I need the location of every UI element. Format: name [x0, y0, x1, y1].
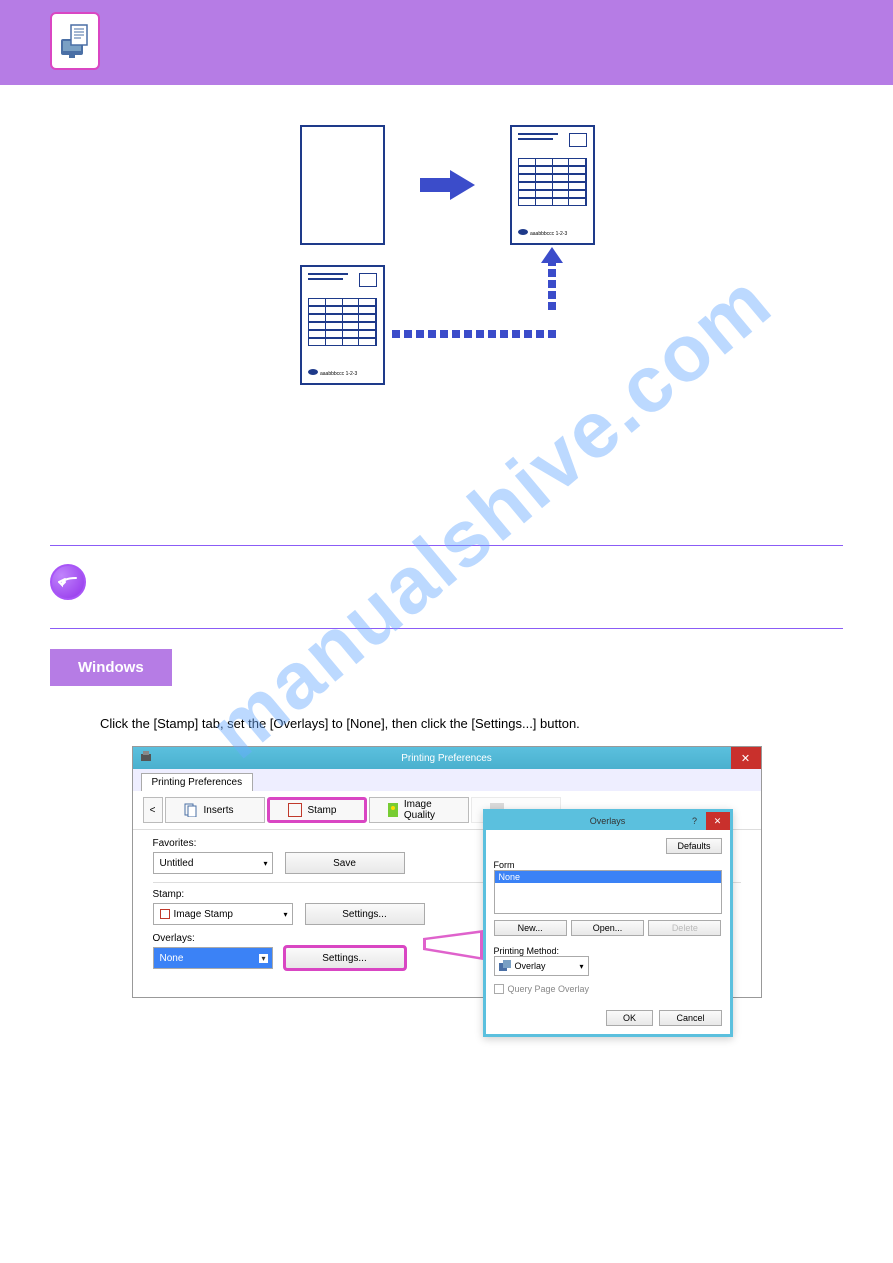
form-listbox[interactable]: None	[494, 870, 722, 914]
overlays-dialog: Overlays ? ✕ Defaults Form None New... O…	[483, 809, 733, 1037]
page-header	[0, 0, 893, 85]
overlay-icon	[499, 960, 511, 972]
form-label: Form	[494, 860, 722, 870]
overlay-diagram: aaabbbccc 1-2-3 aaabbbccc 1-2-3	[50, 125, 843, 525]
back-label: Back	[96, 574, 129, 590]
divider	[50, 628, 843, 629]
nav-left-button[interactable]: <	[143, 797, 163, 823]
stamp-label: Stamp	[308, 805, 337, 816]
chevron-down-icon: ▾	[259, 954, 267, 963]
printing-preferences-window: Printing Preferences ✕ Printing Preferen…	[132, 746, 762, 998]
tab-strip: Printing Preferences	[133, 769, 761, 791]
window-close-button[interactable]: ✕	[731, 747, 761, 769]
printer-icon	[139, 750, 153, 764]
stamp-icon	[288, 803, 302, 817]
delete-button: Delete	[648, 920, 721, 936]
dialog-help-button[interactable]: ?	[686, 812, 704, 830]
divider	[50, 545, 843, 546]
doc-footer-text: aaabbbccc 1-2-3	[530, 231, 567, 237]
stamp-value: Image Stamp	[174, 909, 233, 920]
inserts-icon	[184, 803, 198, 817]
dialog-titlebar: Overlays ? ✕	[486, 812, 730, 830]
monitor-document-icon	[57, 23, 93, 59]
merged-document-icon: aaabbbccc 1-2-3	[510, 125, 595, 245]
ok-button[interactable]: OK	[606, 1010, 653, 1026]
form-overlay-icon: aaabbbccc 1-2-3	[300, 265, 385, 385]
os-badge: Windows	[50, 649, 172, 686]
defaults-button[interactable]: Defaults	[666, 838, 721, 854]
callout-connector	[423, 930, 503, 960]
dialog-close-button[interactable]: ✕	[706, 812, 730, 830]
blank-document-icon	[300, 125, 385, 245]
back-button[interactable]	[50, 564, 86, 600]
back-arrow-icon	[58, 575, 78, 589]
favorites-value: Untitled	[160, 858, 194, 869]
doc-footer-text: aaabbbccc 1-2-3	[320, 371, 357, 377]
printing-method-value: Overlay	[515, 961, 546, 971]
query-page-overlay-label: Query Page Overlay	[508, 984, 590, 994]
overlays-settings-button[interactable]: Settings...	[285, 947, 405, 969]
overlays-value: None	[160, 953, 184, 964]
stamp-select[interactable]: Image Stamp ▾	[153, 903, 293, 925]
save-button[interactable]: Save	[285, 852, 405, 874]
chevron-down-icon: ▾	[579, 962, 583, 971]
app-icon	[50, 12, 100, 70]
arrow-right-icon	[420, 170, 480, 200]
image-quality-icon	[388, 803, 398, 817]
list-item[interactable]: None	[495, 871, 721, 883]
inserts-button[interactable]: Inserts	[165, 797, 265, 823]
image-quality-button[interactable]: Image Quality	[369, 797, 469, 823]
query-page-overlay-checkbox[interactable]	[494, 984, 504, 994]
dialog-title: Overlays	[590, 816, 626, 826]
cancel-button[interactable]: Cancel	[659, 1010, 721, 1026]
new-button[interactable]: New...	[494, 920, 567, 936]
window-titlebar: Printing Preferences ✕	[133, 747, 761, 769]
instruction-text: Click the [Stamp] tab, set the [Overlays…	[50, 716, 843, 731]
dotted-path	[548, 255, 558, 335]
open-button[interactable]: Open...	[571, 920, 644, 936]
window-title: Printing Preferences	[401, 753, 492, 764]
tab-printing-preferences[interactable]: Printing Preferences	[141, 773, 254, 791]
stamp-button[interactable]: Stamp	[267, 797, 367, 823]
dotted-path	[390, 325, 590, 335]
favorites-select[interactable]: Untitled ▾	[153, 852, 273, 874]
printing-method-label: Printing Method:	[494, 946, 722, 956]
image-stamp-icon	[160, 909, 170, 919]
printing-method-select[interactable]: Overlay ▾	[494, 956, 589, 976]
arrow-up-icon	[541, 247, 563, 263]
image-quality-label: Image Quality	[404, 799, 450, 821]
chevron-down-icon: ▾	[283, 910, 287, 919]
inserts-label: Inserts	[204, 805, 234, 816]
overlays-select[interactable]: None ▾	[153, 947, 273, 969]
stamp-settings-button[interactable]: Settings...	[305, 903, 425, 925]
chevron-down-icon: ▾	[263, 859, 267, 868]
